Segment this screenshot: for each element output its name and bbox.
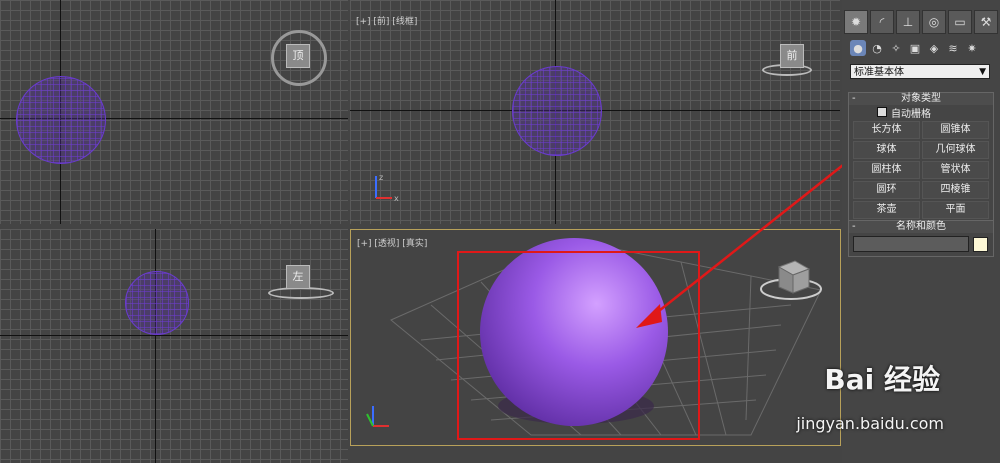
viewport-label[interactable]: [+] [前] [线框]	[356, 14, 417, 27]
collapse-icon: -	[852, 93, 856, 104]
cameras-icon[interactable]: ▣	[907, 40, 923, 56]
auto-grid-label: 自动栅格	[891, 108, 931, 120]
panel-tabs: ✹ ◜ ⊥ ◎ ▭ ⚒	[844, 10, 998, 34]
torus-button[interactable]: 圆环	[853, 181, 920, 199]
teapot-button[interactable]: 茶壶	[853, 201, 920, 219]
viewport-front[interactable]: [+] [前] [线框] 前 z x	[350, 0, 840, 224]
object-color-swatch[interactable]	[973, 236, 988, 252]
viewcube[interactable]: 顶	[286, 44, 310, 68]
plane-button[interactable]: 平面	[922, 201, 989, 219]
chevron-down-icon: ▼	[979, 67, 986, 77]
shapes-icon[interactable]: ◔	[869, 40, 885, 56]
checkbox-icon	[877, 107, 887, 117]
highlight-box-sphere	[457, 251, 700, 440]
wireframe-sphere[interactable]	[512, 66, 602, 156]
axis-tripod-icon: z x	[375, 173, 399, 203]
systems-icon[interactable]: ✷	[964, 40, 980, 56]
hierarchy-icon[interactable]: ⊥	[896, 10, 920, 34]
name-row	[849, 233, 993, 256]
rollout-header[interactable]: - 名称和颜色	[849, 221, 993, 233]
lights-icon[interactable]: ✧	[888, 40, 904, 56]
name-color-rollout: - 名称和颜色	[848, 220, 994, 257]
motion-icon[interactable]: ◎	[922, 10, 946, 34]
viewport-top[interactable]: 顶	[0, 0, 348, 224]
modify-icon[interactable]: ◜	[870, 10, 894, 34]
cylinder-button[interactable]: 圆柱体	[853, 161, 920, 179]
axis-tripod-icon	[366, 406, 389, 427]
viewcube[interactable]: 左	[286, 265, 310, 289]
box-button[interactable]: 长方体	[853, 121, 920, 139]
baidu-watermark: Bai 经验	[824, 363, 940, 396]
tube-button[interactable]: 管状体	[922, 161, 989, 179]
rollout-title: 名称和颜色	[896, 221, 946, 232]
object-buttons: 长方体 圆锥体 球体 几何球体 圆柱体 管状体 圆环 四棱锥 茶壶 平面	[849, 119, 993, 223]
viewcube[interactable]: 前	[780, 44, 804, 68]
cone-button[interactable]: 圆锥体	[922, 121, 989, 139]
category-icons: ● ◔ ✧ ▣ ◈ ≋ ✷	[850, 40, 980, 56]
object-name-input[interactable]	[853, 236, 969, 252]
grid-axis-y	[155, 229, 156, 463]
dropdown-value: 标准基本体	[854, 67, 904, 78]
pyramid-button[interactable]: 四棱锥	[922, 181, 989, 199]
category-dropdown[interactable]: 标准基本体 ▼	[850, 64, 990, 79]
collapse-icon: -	[852, 221, 856, 232]
wireframe-sphere[interactable]	[125, 271, 189, 335]
grid-axis-x	[0, 335, 348, 336]
auto-grid-checkbox[interactable]: 自动栅格	[849, 105, 993, 120]
display-icon[interactable]: ▭	[948, 10, 972, 34]
rollout-header[interactable]: - 对象类型	[849, 93, 993, 105]
svg-text:z: z	[379, 173, 383, 182]
svg-text:x: x	[394, 194, 399, 203]
viewport-left[interactable]: 左	[0, 229, 348, 463]
create-icon[interactable]: ✹	[844, 10, 868, 34]
object-type-rollout: - 对象类型 自动栅格 长方体 圆锥体 球体 几何球体 圆柱体 管状体 圆环 四…	[848, 92, 994, 224]
utilities-icon[interactable]: ⚒	[974, 10, 998, 34]
spacewarps-icon[interactable]: ≋	[945, 40, 961, 56]
geometry-icon[interactable]: ●	[850, 40, 866, 56]
rollout-title: 对象类型	[901, 93, 941, 104]
geosphere-button[interactable]: 几何球体	[922, 141, 989, 159]
helpers-icon[interactable]: ◈	[926, 40, 942, 56]
wireframe-sphere[interactable]	[16, 76, 106, 164]
sphere-button[interactable]: 球体	[853, 141, 920, 159]
baidu-watermark-url: jingyan.baidu.com	[796, 414, 944, 433]
